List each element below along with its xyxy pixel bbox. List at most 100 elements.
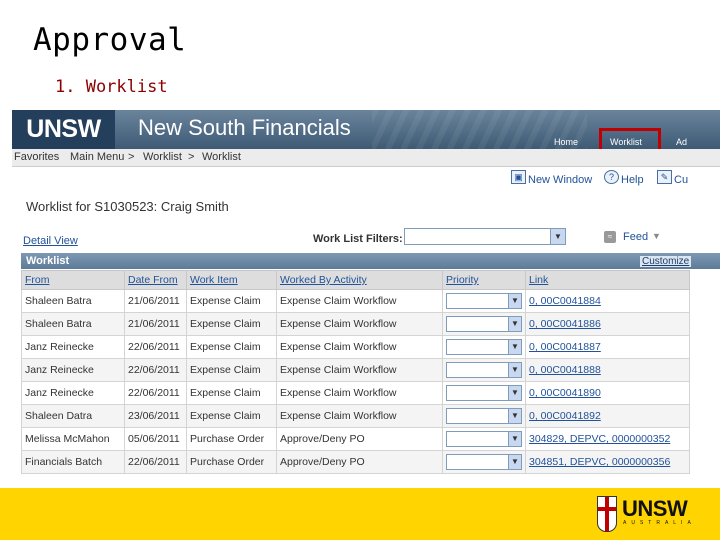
feed-icon[interactable]: ≈ [604,231,616,243]
priority-select[interactable]: ▼ [446,293,522,309]
priority-select[interactable]: ▼ [446,385,522,401]
dropdown-arrow-icon[interactable]: ▼ [508,317,521,331]
date-cell: 23/06/2011 [124,404,187,428]
table-row: Melissa McMahon 05/06/2011 Purchase Orde… [21,427,690,451]
new-window-icon[interactable]: ▣ [511,170,526,184]
dropdown-arrow-icon[interactable]: ▼ [508,432,521,446]
page-title: Worklist for S1030523: Craig Smith [26,199,229,214]
column-header-activity[interactable]: Worked By Activity [276,270,443,290]
from-cell: Shaleen Batra [21,289,125,313]
from-cell: Shaleen Batra [21,312,125,336]
chevron-down-icon[interactable]: ▼ [652,231,661,241]
table-row: Financials Batch 22/06/2011 Purchase Ord… [21,450,690,474]
date-cell: 22/06/2011 [124,450,187,474]
worklist-item-link[interactable]: 304851, DEPVC, 0000000356 [525,450,690,474]
activity-cell: Expense Claim Workflow [276,404,443,428]
date-cell: 21/06/2011 [124,312,187,336]
worklist-item-link[interactable]: 0, 00C0041886 [525,312,690,336]
worklist-filter-select[interactable]: ▼ [404,228,566,245]
work-item-cell: Expense Claim [186,381,277,405]
dropdown-arrow-icon[interactable]: ▼ [508,386,521,400]
nav-more[interactable]: Ad [676,137,687,147]
app-screenshot: UNSW New South Financials Home Worklist … [12,110,720,488]
priority-cell: ▼ [442,404,526,428]
work-item-cell: Expense Claim [186,404,277,428]
work-item-cell: Purchase Order [186,427,277,451]
grid-header: Worklist Customize [21,253,720,269]
help-icon[interactable]: ? [604,170,619,184]
column-header-date-from[interactable]: Date From [124,270,187,290]
work-item-cell: Expense Claim [186,358,277,382]
work-item-cell: Expense Claim [186,289,277,313]
priority-select[interactable]: ▼ [446,408,522,424]
table-row: Janz Reinecke 22/06/2011 Expense Claim E… [21,381,690,405]
worklist-item-link[interactable]: 0, 00C0041888 [525,358,690,382]
dropdown-arrow-icon[interactable]: ▼ [508,294,521,308]
app-name: New South Financials [138,115,351,140]
priority-cell: ▼ [442,335,526,359]
worklist-item-link[interactable]: 0, 00C0041887 [525,335,690,359]
main-menu[interactable]: Main Menu [70,151,124,163]
worklist-item-link[interactable]: 0, 00C0041892 [525,404,690,428]
work-item-cell: Purchase Order [186,450,277,474]
breadcrumb-worklist[interactable]: Worklist [143,151,182,163]
table-row: Janz Reinecke 22/06/2011 Expense Claim E… [21,358,690,382]
activity-cell: Approve/Deny PO [276,450,443,474]
column-header-from[interactable]: From [21,270,125,290]
dropdown-arrow-icon[interactable]: ▼ [508,455,521,469]
customize-page-link[interactable]: Cu [674,174,688,186]
column-header-work-item[interactable]: Work Item [186,270,277,290]
work-item-cell: Expense Claim [186,335,277,359]
priority-cell: ▼ [442,381,526,405]
table-row: Shaleen Batra 21/06/2011 Expense Claim E… [21,312,690,336]
column-header-link[interactable]: Link [525,270,690,290]
customize-icon[interactable]: ✎ [657,170,672,184]
dropdown-arrow-icon[interactable]: ▼ [508,363,521,377]
date-cell: 22/06/2011 [124,381,187,405]
table-row: Shaleen Datra 23/06/2011 Expense Claim E… [21,404,690,428]
from-cell: Melissa McMahon [21,427,125,451]
priority-select[interactable]: ▼ [446,339,522,355]
priority-select[interactable]: ▼ [446,316,522,332]
customize-grid-link[interactable]: Customize [640,256,692,267]
from-cell: Shaleen Datra [21,404,125,428]
worklist-item-link[interactable]: 304829, DEPVC, 0000000352 [525,427,690,451]
nav-home[interactable]: Home [554,137,578,147]
slide-subtitle: 1. Worklist [55,77,168,97]
favorites-menu[interactable]: Favorites [14,151,59,163]
brand-logo[interactable]: UNSW [12,110,115,149]
worklist-item-link[interactable]: 0, 00C0041884 [525,289,690,313]
help-link[interactable]: Help [621,174,644,186]
date-cell: 22/06/2011 [124,358,187,382]
from-cell: Janz Reinecke [21,358,125,382]
table-row: Janz Reinecke 22/06/2011 Expense Claim E… [21,335,690,359]
feed-link[interactable]: Feed [623,231,648,243]
new-window-link[interactable]: New Window [528,174,592,186]
activity-cell: Expense Claim Workflow [276,381,443,405]
dropdown-arrow-icon[interactable]: ▼ [550,229,565,244]
table-header-row: From Date From Work Item Worked By Activ… [21,270,690,290]
table-row: Shaleen Batra 21/06/2011 Expense Claim E… [21,289,690,313]
worklist-item-link[interactable]: 0, 00C0041890 [525,381,690,405]
detail-view-link[interactable]: Detail View [23,235,78,247]
activity-cell: Expense Claim Workflow [276,335,443,359]
from-cell: Janz Reinecke [21,335,125,359]
work-item-cell: Expense Claim [186,312,277,336]
priority-cell: ▼ [442,427,526,451]
breadcrumb-separator: > [128,151,135,163]
activity-cell: Expense Claim Workflow [276,312,443,336]
from-cell: Janz Reinecke [21,381,125,405]
activity-cell: Expense Claim Workflow [276,289,443,313]
from-cell: Financials Batch [21,450,125,474]
date-cell: 22/06/2011 [124,335,187,359]
column-header-priority[interactable]: Priority [442,270,526,290]
footer-logo-sub: AUSTRALIA [623,520,696,526]
dropdown-arrow-icon[interactable]: ▼ [508,340,521,354]
priority-select[interactable]: ▼ [446,362,522,378]
grid-title: Worklist [26,255,70,267]
priority-cell: ▼ [442,358,526,382]
priority-cell: ▼ [442,289,526,313]
priority-select[interactable]: ▼ [446,431,522,447]
priority-select[interactable]: ▼ [446,454,522,470]
dropdown-arrow-icon[interactable]: ▼ [508,409,521,423]
